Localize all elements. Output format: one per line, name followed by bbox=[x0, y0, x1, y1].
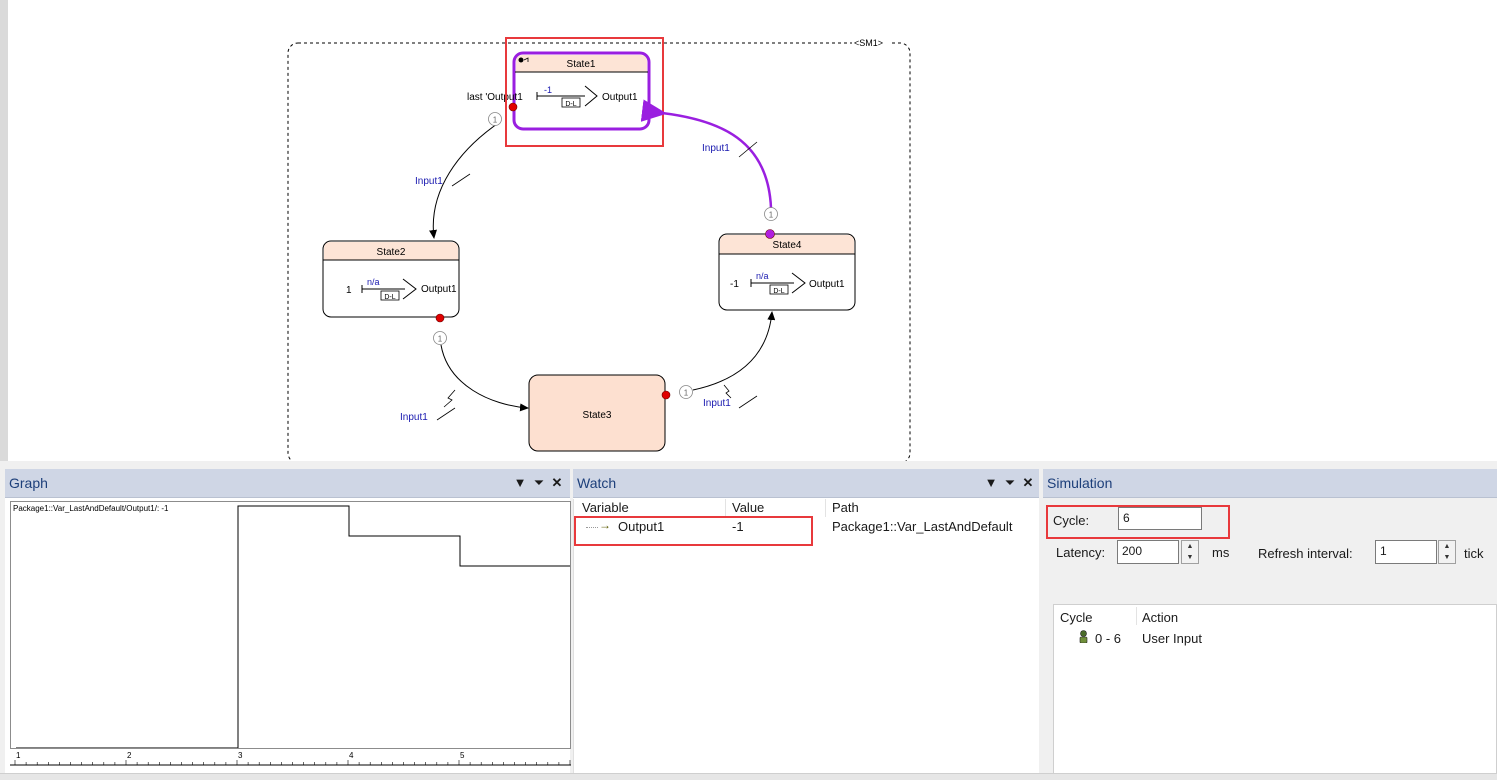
refresh-interval-label: Refresh interval: bbox=[1258, 546, 1353, 561]
state1-edge-label: -1 bbox=[544, 85, 552, 95]
simulation-panel: Simulation Cycle: 6 Latency: 200 ▲ ▼ ms … bbox=[1043, 469, 1497, 780]
state4-output-label: Output1 bbox=[809, 279, 845, 290]
state-machine-diagram[interactable]: <SM1> State1 -1 D-L Output1 last 'Output… bbox=[8, 0, 1497, 461]
latency-spinner[interactable]: ▲ ▼ bbox=[1181, 540, 1199, 564]
graph-panel-header: Graph ▼ ⏷ ✕ bbox=[5, 469, 570, 498]
state2-edge-label: n/a bbox=[367, 277, 380, 287]
graph-x-axis: 1 2 3 4 5 bbox=[10, 751, 571, 766]
graph-x-tick-label: 4 bbox=[349, 751, 354, 760]
state4-edge-label: n/a bbox=[756, 271, 769, 281]
state-state2[interactable]: State2 1 n/a D-L Output1 bbox=[322, 240, 460, 318]
state-machine-label: <SM1> bbox=[854, 38, 883, 48]
pin-icon[interactable]: ⏷ bbox=[532, 474, 546, 492]
state3-exit-connector[interactable] bbox=[661, 390, 671, 400]
canvas-left-border bbox=[0, 0, 8, 461]
watch-panel-body: Variable Value Path → Output1 -1 Package… bbox=[573, 499, 1039, 780]
watch-row-path: Package1::Var_LastAndDefault bbox=[832, 519, 1013, 534]
transition-state4-state1-label: Input1 bbox=[702, 143, 730, 154]
state2-output-label: Output1 bbox=[421, 284, 457, 295]
state2-input-label: 1 bbox=[346, 285, 352, 296]
state4-exit-connector[interactable] bbox=[765, 229, 775, 239]
watch-column-value[interactable]: Value bbox=[732, 500, 764, 515]
transition-state2-state3-priority: 1 bbox=[438, 335, 443, 344]
chevron-down-icon[interactable]: ▼ bbox=[984, 474, 998, 492]
close-icon[interactable]: ✕ bbox=[1021, 474, 1035, 492]
transition-state3-state4[interactable]: 1 Input1 bbox=[679, 311, 776, 409]
refresh-interval-unit: tick bbox=[1464, 546, 1484, 561]
user-input-icon bbox=[1078, 630, 1089, 644]
watch-column-path[interactable]: Path bbox=[832, 500, 859, 515]
spin-down-icon[interactable]: ▼ bbox=[1439, 552, 1455, 563]
spin-up-icon[interactable]: ▲ bbox=[1439, 541, 1455, 552]
action-list-row-cycle: 0 - 6 bbox=[1095, 631, 1122, 646]
graph-x-tick-label: 2 bbox=[127, 751, 132, 760]
watch-panel: Watch ▼ ⏷ ✕ Variable Value Path → Output… bbox=[573, 469, 1039, 780]
state-state3[interactable]: State3 bbox=[528, 374, 666, 452]
state4-input-label: -1 bbox=[730, 279, 739, 290]
state2-title: State2 bbox=[377, 247, 406, 258]
state-state1[interactable]: State1 -1 D-L Output1 bbox=[512, 51, 651, 131]
close-icon[interactable]: ✕ bbox=[550, 474, 564, 492]
refresh-interval-field[interactable]: 1 bbox=[1375, 540, 1437, 564]
watch-row-highlight-box bbox=[574, 516, 813, 546]
chevron-down-icon[interactable]: ▼ bbox=[513, 474, 527, 492]
transition-state1-state2-label: Input1 bbox=[415, 176, 443, 187]
state2-exit-connector[interactable] bbox=[435, 313, 445, 323]
transition-state1-state2[interactable]: 1 Input1 bbox=[415, 112, 502, 239]
graph-x-tick-label: 5 bbox=[460, 751, 465, 760]
column-separator bbox=[1136, 607, 1137, 625]
spin-up-icon[interactable]: ▲ bbox=[1182, 541, 1198, 552]
spin-down-icon[interactable]: ▼ bbox=[1182, 552, 1198, 563]
action-list-row-action: User Input bbox=[1142, 631, 1202, 646]
watch-panel-title: Watch bbox=[577, 475, 617, 491]
transition-state3-state4-priority: 1 bbox=[684, 389, 689, 398]
state1-title: State1 bbox=[567, 59, 596, 70]
graph-panel: Graph ▼ ⏷ ✕ Package1::Var_LastAndDefault… bbox=[5, 469, 571, 780]
transition-state4-state1-priority: 1 bbox=[769, 211, 774, 220]
pin-icon[interactable]: ⏷ bbox=[1003, 474, 1017, 492]
state1-exit-connector[interactable] bbox=[508, 102, 518, 112]
graph-plot-area[interactable]: Package1::Var_LastAndDefault/Output1/: -… bbox=[10, 501, 571, 749]
state1-delay-tag: D-L bbox=[565, 101, 576, 108]
graph-plot bbox=[16, 505, 570, 748]
action-list-column-action[interactable]: Action bbox=[1142, 610, 1178, 625]
transition-state2-state3[interactable]: 1 Input1 bbox=[400, 331, 529, 424]
state4-delay-tag: D-L bbox=[773, 288, 784, 295]
graph-x-tick-label: 3 bbox=[238, 751, 243, 760]
refresh-interval-spinner[interactable]: ▲ ▼ bbox=[1438, 540, 1456, 564]
state-diagram-canvas[interactable]: <SM1> State1 -1 D-L Output1 last 'Output… bbox=[8, 0, 1497, 461]
action-list-column-cycle[interactable]: Cycle bbox=[1060, 610, 1093, 625]
simulation-panel-header: Simulation bbox=[1043, 469, 1497, 498]
transition-state4-state1[interactable]: 1 Input1 bbox=[640, 99, 778, 221]
watch-column-variable[interactable]: Variable bbox=[582, 500, 629, 515]
graph-panel-title: Graph bbox=[9, 475, 48, 491]
state2-delay-tag: D-L bbox=[384, 294, 395, 301]
watch-panel-header: Watch ▼ ⏷ ✕ bbox=[573, 469, 1039, 498]
latency-label: Latency: bbox=[1056, 545, 1106, 560]
latency-unit: ms bbox=[1212, 545, 1230, 560]
action-list-row[interactable]: 0 - 6 User Input bbox=[1054, 629, 1494, 649]
simulation-action-list[interactable]: Cycle Action 0 - 6 User Input bbox=[1053, 604, 1497, 780]
cycle-highlight-box bbox=[1046, 505, 1230, 539]
column-separator bbox=[825, 499, 826, 517]
state1-output-label: Output1 bbox=[602, 92, 638, 103]
latency-field[interactable]: 200 bbox=[1117, 540, 1179, 564]
graph-panel-body: Package1::Var_LastAndDefault/Output1/: -… bbox=[5, 499, 571, 780]
state-state4[interactable]: State4 -1 n/a D-L Output1 bbox=[718, 233, 856, 311]
graph-series-line bbox=[16, 505, 570, 748]
state4-title: State4 bbox=[773, 240, 802, 251]
transition-state2-state3-label: Input1 bbox=[400, 412, 428, 423]
simulation-panel-body: Cycle: 6 Latency: 200 ▲ ▼ ms Refresh int… bbox=[1043, 499, 1497, 780]
transition-state3-state4-label: Input1 bbox=[703, 398, 731, 409]
state1-input-label: last 'Output1 bbox=[467, 92, 523, 103]
transition-state1-state2-priority: 1 bbox=[493, 116, 498, 125]
status-strip bbox=[0, 773, 1497, 780]
graph-series-label: Package1::Var_LastAndDefault/Output1/: -… bbox=[13, 504, 169, 513]
column-separator bbox=[725, 499, 726, 517]
state3-title: State3 bbox=[583, 410, 612, 421]
simulation-panel-title: Simulation bbox=[1047, 475, 1113, 491]
graph-x-tick-label: 1 bbox=[16, 751, 21, 760]
